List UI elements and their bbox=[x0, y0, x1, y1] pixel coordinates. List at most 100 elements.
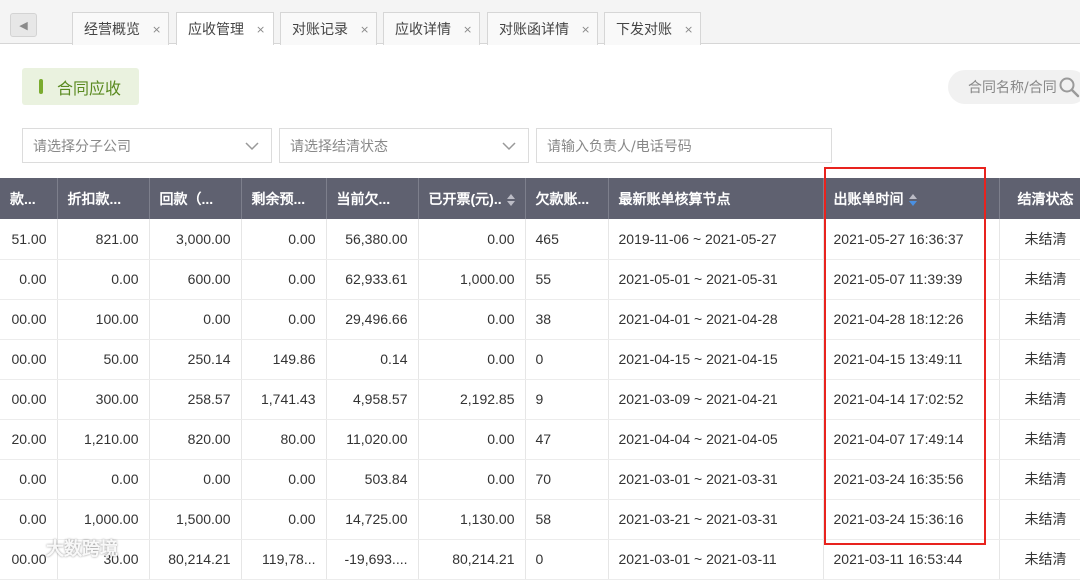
tab-label: 对账记录 bbox=[292, 22, 348, 38]
col-remaining-prepaid-cell: 0.00 bbox=[241, 459, 327, 500]
header-label: 回款（... bbox=[159, 190, 214, 207]
col-discount-cell: 821.00 bbox=[57, 219, 150, 260]
col-remaining-prepaid-cell: 0.00 bbox=[241, 299, 327, 340]
col-bill-time-cell: 2021-05-07 11:39:39 bbox=[823, 259, 1000, 300]
table-row[interactable]: 51.00 821.00 3,000.00 0.00 56,380.00 0.00 465 2… bbox=[0, 219, 1080, 260]
col-overdue-days-cell: 0 bbox=[525, 539, 609, 580]
col-discount-cell: 100.00 bbox=[57, 299, 150, 340]
col-overdue-days-cell: 58 bbox=[525, 499, 609, 540]
double-left-arrow-icon: ◀ bbox=[19, 18, 28, 32]
col-current-owed-header: 当前欠... bbox=[326, 178, 419, 219]
col-received-cell: 1,500.00 bbox=[149, 499, 242, 540]
table-row[interactable]: 0.00 0.00 0.00 0.00 503.84 0.00 70 2021-03-01 ~… bbox=[0, 459, 1080, 500]
col-current-owed-cell: -19,693.... bbox=[326, 539, 419, 580]
status-select-placeholder: 请选择结清状态 bbox=[290, 138, 388, 155]
col-settlement-status-cell: 未结清 bbox=[999, 419, 1080, 460]
col-bill-time-header[interactable]: 出账单时间 bbox=[823, 178, 1000, 219]
col-settlement-status-cell: 未结清 bbox=[999, 379, 1080, 420]
col-payment-cell: 0.00 bbox=[0, 259, 58, 300]
col-payment-header: 款... bbox=[0, 178, 58, 219]
chevron-down-icon bbox=[502, 142, 516, 151]
table-row[interactable]: 00.00 300.00 258.57 1,741.43 4,958.57 2,192.8… bbox=[0, 379, 1080, 420]
col-remaining-prepaid-cell: 1,741.43 bbox=[241, 379, 327, 420]
col-overdue-days-header: 欠款账... bbox=[525, 178, 609, 219]
col-remaining-prepaid-cell: 149.86 bbox=[241, 339, 327, 380]
chevron-down-icon bbox=[245, 142, 259, 151]
tab-label: 应收详情 bbox=[395, 22, 451, 38]
col-latest-billing-node-cell: 2021-03-01 ~ 2021-03-31 bbox=[608, 459, 824, 500]
header-label: 剩余预... bbox=[251, 190, 306, 207]
tab-5[interactable]: 对账函详情 × bbox=[487, 12, 598, 45]
col-discount-cell: 1,000.00 bbox=[57, 499, 150, 540]
sort-icon[interactable] bbox=[908, 193, 918, 207]
col-received-header: 回款（... bbox=[149, 178, 242, 219]
col-invoiced-header[interactable]: 已开票(元).. bbox=[418, 178, 526, 219]
collapse-tabs-button[interactable]: ◀ bbox=[10, 13, 37, 37]
table-row[interactable]: 00.00 30.00 80,214.21 119,78... -19,693.... 8… bbox=[0, 539, 1080, 580]
tab-2[interactable]: 应收管理 × bbox=[176, 12, 274, 45]
tab-label: 下发对账 bbox=[616, 22, 672, 38]
col-remaining-prepaid-cell: 0.00 bbox=[241, 259, 327, 300]
col-bill-time-cell: 2021-04-15 13:49:11 bbox=[823, 339, 1000, 380]
close-icon[interactable]: × bbox=[360, 23, 369, 36]
col-settlement-status-cell: 未结清 bbox=[999, 459, 1080, 500]
close-icon[interactable]: × bbox=[463, 23, 472, 36]
table-row[interactable]: 00.00 50.00 250.14 149.86 0.14 0.00 0 2021-04-1… bbox=[0, 339, 1080, 380]
col-settlement-status-cell: 未结清 bbox=[999, 339, 1080, 380]
sort-up-arrow bbox=[908, 193, 917, 199]
settlement-status-select[interactable]: 请选择结清状态 bbox=[279, 128, 529, 163]
receivables-table: 款... 折扣款... 回款（... 剩余预... 当前欠... 已开票(元).. 欠款账.… bbox=[0, 178, 1080, 580]
company-select[interactable]: 请选择分子公司 bbox=[22, 128, 272, 163]
close-icon[interactable]: × bbox=[581, 23, 590, 36]
table-row[interactable]: 00.00 100.00 0.00 0.00 29,496.66 0.00 38 2021-0… bbox=[0, 299, 1080, 340]
close-icon[interactable]: × bbox=[684, 23, 693, 36]
col-latest-billing-node-cell: 2021-03-09 ~ 2021-04-21 bbox=[608, 379, 824, 420]
owner-phone-input[interactable]: 请输入负责人/电话号码 bbox=[536, 128, 832, 163]
col-current-owed-cell: 56,380.00 bbox=[326, 219, 419, 260]
tab-6[interactable]: 下发对账 × bbox=[604, 12, 701, 45]
col-bill-time-cell: 2021-04-28 18:12:26 bbox=[823, 299, 1000, 340]
col-discount-cell: 1,210.00 bbox=[57, 419, 150, 460]
watermark-logo-icon bbox=[11, 541, 45, 555]
tab-1[interactable]: 经营概览 × bbox=[72, 12, 169, 45]
sort-icon[interactable] bbox=[506, 193, 516, 207]
tab-3[interactable]: 对账记录 × bbox=[280, 12, 377, 45]
close-icon[interactable]: × bbox=[152, 23, 161, 36]
col-overdue-days-cell: 465 bbox=[525, 219, 609, 260]
col-received-cell: 600.00 bbox=[149, 259, 242, 300]
header-label: 最新账单核算节点 bbox=[618, 190, 731, 207]
col-payment-cell: 51.00 bbox=[0, 219, 58, 260]
header-label: 已开票(元).. bbox=[428, 190, 502, 207]
col-discount-cell: 0.00 bbox=[57, 459, 150, 500]
close-icon[interactable]: × bbox=[256, 23, 265, 36]
col-latest-billing-node-cell: 2021-05-01 ~ 2021-05-31 bbox=[608, 259, 824, 300]
owner-input-placeholder: 请输入负责人/电话号码 bbox=[547, 138, 692, 155]
col-bill-time-cell: 2021-04-07 17:49:14 bbox=[823, 419, 1000, 460]
tab-4[interactable]: 应收详情 × bbox=[383, 12, 480, 45]
col-invoiced-cell: 0.00 bbox=[418, 219, 526, 260]
tab-label: 应收管理 bbox=[188, 22, 244, 38]
col-current-owed-cell: 29,496.66 bbox=[326, 299, 419, 340]
col-latest-billing-node-cell: 2021-03-21 ~ 2021-03-31 bbox=[608, 499, 824, 540]
search-icon[interactable] bbox=[1058, 76, 1080, 98]
table-row[interactable]: 0.00 0.00 600.00 0.00 62,933.61 1,000.00 55 202… bbox=[0, 259, 1080, 300]
col-invoiced-cell: 0.00 bbox=[418, 459, 526, 500]
contract-receivable-button[interactable]: 合同应收 bbox=[22, 68, 139, 105]
col-received-cell: 3,000.00 bbox=[149, 219, 242, 260]
search-input[interactable]: 合同名称/合同 bbox=[948, 70, 1080, 104]
col-latest-billing-node-cell: 2021-04-01 ~ 2021-04-28 bbox=[608, 299, 824, 340]
col-settlement-status-cell: 未结清 bbox=[999, 539, 1080, 580]
col-remaining-prepaid-cell: 0.00 bbox=[241, 499, 327, 540]
col-invoiced-cell: 80,214.21 bbox=[418, 539, 526, 580]
col-overdue-days-cell: 9 bbox=[525, 379, 609, 420]
col-current-owed-cell: 503.84 bbox=[326, 459, 419, 500]
company-select-placeholder: 请选择分子公司 bbox=[33, 138, 131, 155]
col-invoiced-cell: 0.00 bbox=[418, 339, 526, 380]
header-label: 结清状态 bbox=[1017, 190, 1074, 207]
col-invoiced-cell: 2,192.85 bbox=[418, 379, 526, 420]
table-row[interactable]: 20.00 1,210.00 820.00 80.00 11,020.00 0.00 47 2… bbox=[0, 419, 1080, 460]
section-button-label: 合同应收 bbox=[57, 78, 122, 98]
col-overdue-days-cell: 47 bbox=[525, 419, 609, 460]
table-row[interactable]: 0.00 1,000.00 1,500.00 0.00 14,725.00 1,130.0… bbox=[0, 499, 1080, 540]
tab-label: 经营概览 bbox=[84, 22, 140, 38]
